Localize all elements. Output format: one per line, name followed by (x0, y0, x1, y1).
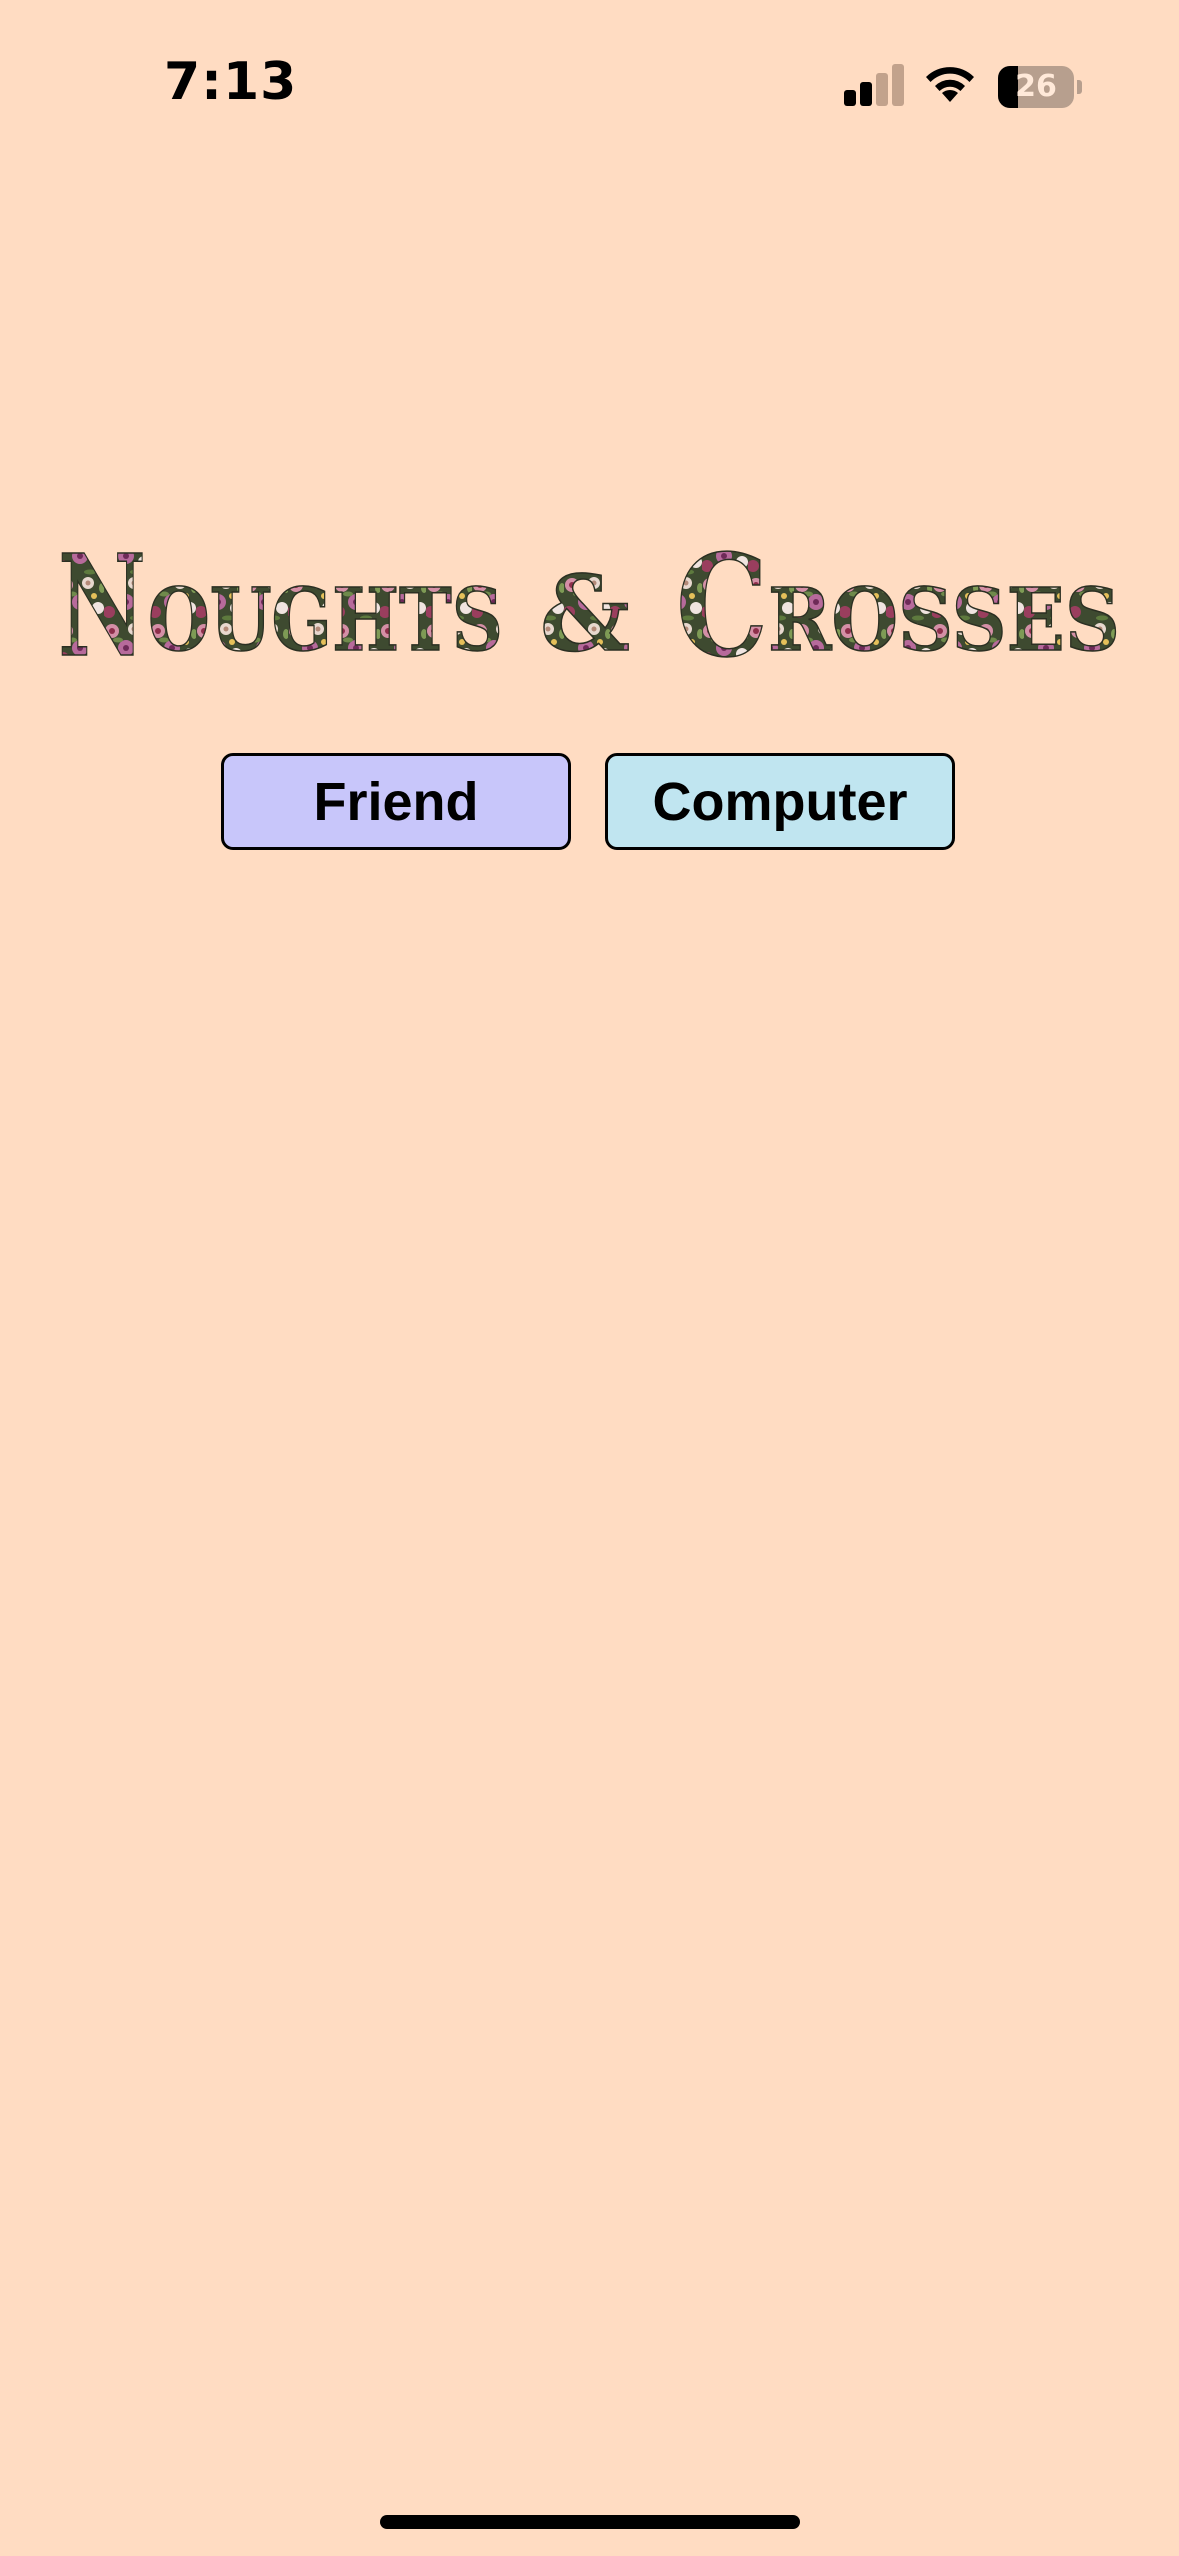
svg-text:C: C (676, 530, 768, 670)
svg-text:ROSSES: ROSSES (768, 570, 1120, 670)
svg-text:&: & (540, 552, 630, 670)
friend-button[interactable]: Friend (221, 753, 571, 850)
title-logo-art: N OUGHTS & C ROSSES (58, 530, 1121, 670)
friend-button-label: Friend (313, 771, 479, 832)
computer-button-label: Computer (652, 771, 908, 832)
status-bar: 7:13 26 (0, 0, 1179, 150)
battery-icon: 26 (998, 66, 1082, 108)
battery-cap (1077, 80, 1082, 94)
cellular-signal-icon (844, 64, 904, 106)
mode-selection: Friend Computer (0, 753, 1179, 853)
status-time: 7:13 (164, 52, 298, 112)
svg-text:OUGHTS: OUGHTS (148, 570, 503, 670)
home-indicator[interactable] (380, 2515, 800, 2529)
battery-level: 26 (1015, 69, 1057, 104)
computer-button[interactable]: Computer (605, 753, 955, 850)
wifi-icon (926, 67, 974, 102)
battery-body: 26 (998, 66, 1074, 108)
title-logo: N OUGHTS & C ROSSES (58, 530, 1122, 670)
svg-text:N: N (58, 530, 146, 670)
